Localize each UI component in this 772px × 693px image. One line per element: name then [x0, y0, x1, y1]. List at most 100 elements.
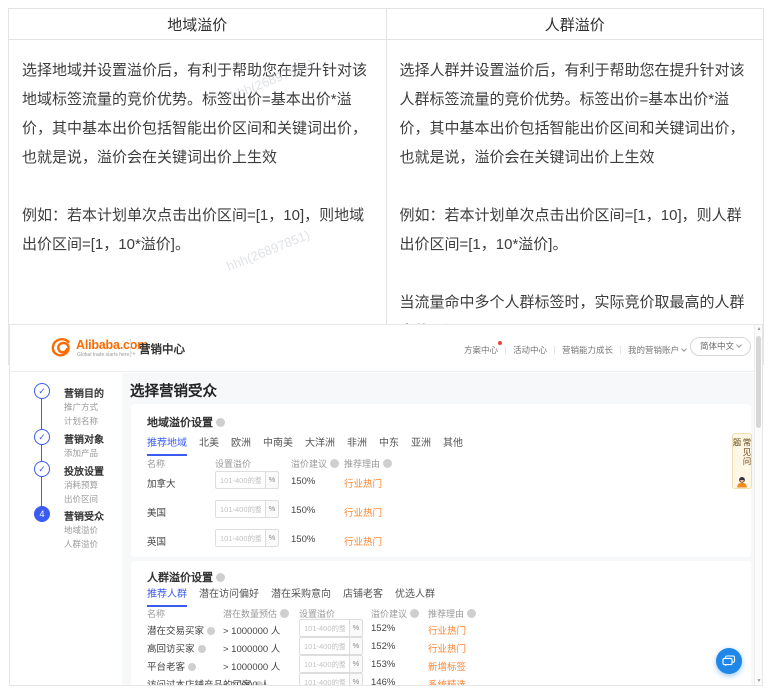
info-icon[interactable]	[280, 609, 289, 618]
faq-floating-tab[interactable]: 常见问题	[732, 433, 752, 489]
info-icon[interactable]	[410, 609, 419, 618]
step-1-check-icon[interactable]	[34, 383, 50, 399]
reason-link[interactable]: 行业热门	[344, 505, 382, 519]
premium-input[interactable]	[215, 500, 265, 518]
step-3-sub-budget[interactable]: 消耗预算	[64, 479, 98, 491]
reason-link[interactable]: 系统精选	[428, 677, 466, 686]
tab-other[interactable]: 其他	[443, 434, 463, 456]
step-2-marketing-object[interactable]: 营销对象	[64, 431, 104, 446]
region-premium-example: 例如：若本计划单次点击出价区间=[1，10]，则地域出价区间=[1，10*溢价]…	[22, 201, 370, 259]
scrollbar[interactable]	[754, 325, 762, 685]
alibaba-logo-icon	[50, 336, 74, 360]
audience-premium-example: 例如：若本计划单次点击出价区间=[1，10]，则人群出价区间=[1，10*溢价]…	[400, 201, 748, 259]
tab-potential-visit-preference[interactable]: 潜在访问偏好	[199, 585, 259, 607]
region-tabs: 推荐地域 北美 欧洲 中南美 大洋洲 非洲 中东 亚洲 其他	[147, 434, 463, 456]
premium-input[interactable]	[299, 673, 349, 686]
estimate-value: > 1000000 人	[223, 659, 280, 673]
column-header-name: 名称	[147, 607, 165, 620]
step-2-sub-add-product[interactable]: 添加产品	[64, 447, 98, 459]
logo-tagline: Global trade starts here.™	[77, 352, 136, 358]
reason-link[interactable]: 新增标签	[428, 659, 466, 673]
chevron-down-icon	[736, 342, 742, 348]
tab-recommended-regions[interactable]: 推荐地域	[147, 434, 187, 456]
tab-middle-east[interactable]: 中东	[379, 434, 399, 456]
audience-row-name: 高回访买家	[147, 641, 206, 655]
percent-suffix: %	[265, 471, 279, 489]
column-header-reason: 推荐理由	[428, 607, 476, 620]
percent-suffix: %	[349, 673, 363, 686]
step-3-sub-bid-range[interactable]: 出价区间	[64, 493, 98, 505]
audience-tabs: 推荐人群 潜在访问偏好 潜在采购意向 店铺老客 优选人群	[147, 585, 435, 607]
nav-plan-center[interactable]: 方案中心	[464, 344, 498, 356]
reason-link[interactable]: 行业热门	[344, 476, 382, 490]
step-1-sub-promotion-method[interactable]: 推广方式	[64, 401, 98, 413]
premium-input[interactable]	[215, 529, 265, 547]
info-icon[interactable]	[198, 645, 206, 653]
tab-asia[interactable]: 亚洲	[411, 434, 431, 456]
estimate-value: > 1000000 人	[223, 641, 280, 655]
top-navigation: 方案中心 活动中心 营销能力成长 我的营销账户	[464, 344, 686, 356]
info-icon[interactable]	[207, 627, 215, 635]
step-4-sub-region-premium[interactable]: 地域溢价	[64, 524, 98, 536]
audience-premium-description: 选择人群并设置溢价后，有利于帮助您在提升针对该人群标签流量的竞价优势。标签出价=…	[400, 56, 748, 172]
region-card-title: 地域溢价设置	[147, 414, 225, 430]
audience-row-name: 平台老客	[147, 659, 196, 673]
customer-service-avatar-icon	[736, 476, 748, 488]
nav-activity-center[interactable]: 活动中心	[513, 344, 547, 356]
info-icon[interactable]	[188, 663, 196, 671]
suggestion-value: 153%	[371, 659, 395, 670]
step-1-marketing-goal[interactable]: 营销目的	[64, 385, 104, 400]
app-title: 营销中心	[139, 341, 185, 357]
scroll-down-arrow-icon[interactable]	[755, 678, 763, 684]
step-4-marketing-audience[interactable]: 营销受众	[64, 508, 104, 523]
premium-input[interactable]	[299, 637, 349, 655]
step-2-check-icon[interactable]	[34, 429, 50, 445]
nav-my-account[interactable]: 我的营销账户	[628, 344, 686, 356]
tab-potential-purchase-intent[interactable]: 潜在采购意向	[271, 585, 331, 607]
chat-button[interactable]	[716, 648, 742, 674]
language-button[interactable]: 简体中文	[690, 337, 751, 356]
reason-link[interactable]: 行业热门	[428, 641, 466, 655]
info-icon[interactable]	[467, 609, 476, 618]
tab-preferred-audience[interactable]: 优选人群	[395, 585, 435, 607]
premium-input[interactable]	[299, 619, 349, 637]
step-4-number-badge[interactable]: 4	[34, 506, 50, 522]
nav-separator	[505, 346, 506, 354]
tab-africa[interactable]: 非洲	[347, 434, 367, 456]
header-divider	[130, 339, 131, 357]
marketing-center-screenshot: Alibaba.com Global trade starts here.™ 营…	[9, 324, 763, 686]
step-3-delivery-settings[interactable]: 投放设置	[64, 463, 104, 478]
audience-premium-cell: 选择人群并设置溢价后，有利于帮助您在提升针对该人群标签流量的竞价优势。标签出价=…	[386, 40, 764, 365]
step-4-sub-audience-premium[interactable]: 人群溢价	[64, 538, 98, 550]
scroll-up-arrow-icon[interactable]	[755, 326, 763, 332]
region-premium-cell: 选择地域并设置溢价后，有利于帮助您在提升针对该地域标签流量的竞价优势。标签出价=…	[9, 40, 387, 365]
nav-marketing-growth[interactable]: 营销能力成长	[562, 344, 613, 356]
premium-input[interactable]	[299, 655, 349, 673]
tab-store-regulars[interactable]: 店铺老客	[343, 585, 383, 607]
step-3-check-icon[interactable]	[34, 461, 50, 477]
region-premium-description: 选择地域并设置溢价后，有利于帮助您在提升针对该地域标签流量的竞价优势。标签出价=…	[22, 56, 370, 172]
reason-link[interactable]: 行业热门	[428, 623, 466, 637]
premium-input[interactable]	[215, 471, 265, 489]
column-header-suggestion: 溢价建议	[371, 607, 419, 620]
column-header-estimate: 潜在数量预估	[223, 607, 289, 620]
tab-oceania[interactable]: 大洋洲	[305, 434, 335, 456]
info-icon[interactable]	[216, 418, 225, 427]
tab-north-america[interactable]: 北美	[199, 434, 219, 456]
estimate-value: > 1000000 人	[223, 623, 280, 637]
tab-europe[interactable]: 欧洲	[231, 434, 251, 456]
app-header: Alibaba.com Global trade starts here.™ 营…	[10, 325, 762, 372]
reason-link[interactable]: 行业热门	[344, 534, 382, 548]
info-icon[interactable]	[330, 459, 339, 468]
percent-suffix: %	[265, 529, 279, 547]
notification-dot	[498, 341, 502, 345]
tab-recommended-audience[interactable]: 推荐人群	[147, 585, 187, 607]
percent-suffix: %	[349, 637, 363, 655]
step-1-sub-plan-name[interactable]: 计划名称	[64, 415, 98, 427]
scrollbar-thumb[interactable]	[756, 336, 761, 428]
suggestion-value: 150%	[291, 505, 315, 516]
info-icon[interactable]	[216, 573, 225, 582]
estimate-value: < 10000 人	[223, 677, 270, 686]
info-icon[interactable]	[383, 459, 392, 468]
tab-central-south-america[interactable]: 中南美	[263, 434, 293, 456]
